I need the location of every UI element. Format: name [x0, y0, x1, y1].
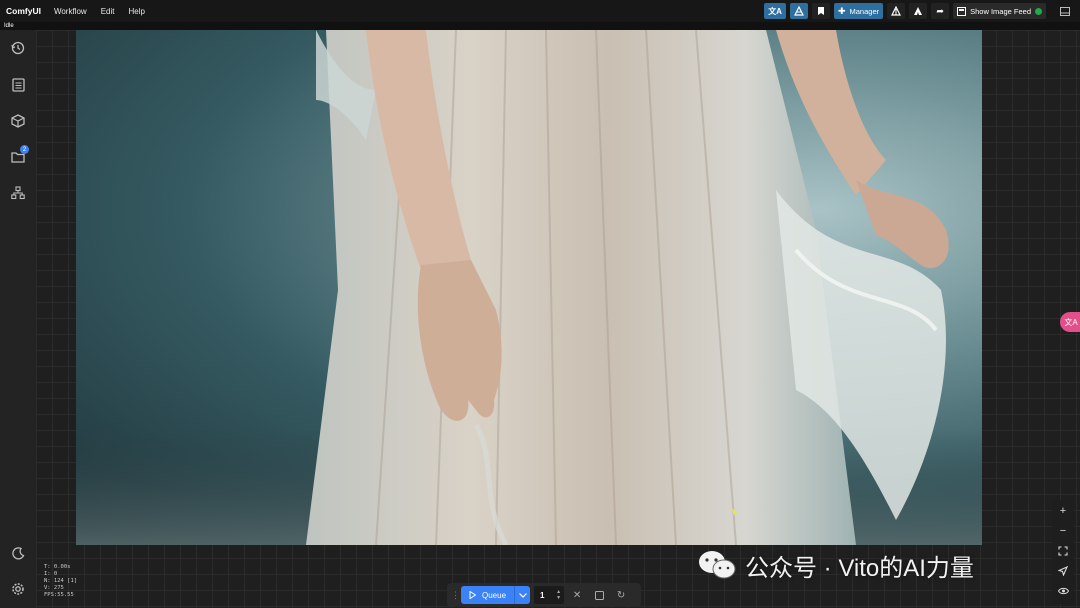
translate-float-icon: 文A [1064, 317, 1078, 327]
stat-line: T: 0.00s [44, 564, 71, 570]
render-stats: T: 0.00s I: 0 N: 124 [1] V: 275 FPS:55.5… [44, 564, 77, 599]
toolbar-right: 文A ✚ Manager ➦ Show Image Feed [764, 3, 1074, 19]
model-alt-icon [914, 7, 923, 15]
zoom-in-button[interactable]: + [1055, 503, 1071, 519]
play-icon [469, 591, 476, 599]
panel-toggle-icon [1060, 6, 1070, 16]
stat-line: I: 0 [44, 571, 58, 577]
drag-handle-icon[interactable]: ⋮ [451, 590, 460, 601]
mask-editor-button[interactable] [789, 3, 808, 19]
mask-icon [793, 6, 804, 16]
side-toolbar: 2 [0, 30, 36, 608]
translate-button[interactable]: 文A [764, 3, 786, 19]
bookmark-icon [817, 7, 824, 15]
image-feed-icon [957, 6, 967, 16]
image-feed-button[interactable]: Show Image Feed [953, 3, 1046, 19]
manager-button[interactable]: ✚ Manager [833, 3, 884, 19]
model-alt-button[interactable] [909, 3, 928, 19]
stop-button[interactable] [590, 586, 608, 604]
puzzle-icon: ✚ [837, 5, 846, 16]
batch-count-value: 1 [540, 590, 545, 600]
feed-status-icon [1035, 7, 1042, 15]
zoom-out-button[interactable]: − [1055, 523, 1071, 539]
model-library-icon[interactable] [10, 113, 26, 129]
image-feed-label: Show Image Feed [970, 6, 1031, 16]
panel-toggle-button[interactable] [1056, 3, 1074, 19]
translate-icon: 文A [768, 6, 782, 16]
status-bar: Idle [0, 22, 1080, 30]
queue-label: Queue [482, 590, 507, 600]
bookmark-button[interactable] [811, 3, 830, 19]
manager-label: Manager [849, 6, 880, 16]
watermark: 公众号 · Vito的AI力量 [697, 548, 974, 582]
cancel-button[interactable]: ✕ [568, 586, 586, 604]
app-logo[interactable]: ComfyUI [0, 6, 47, 16]
status-text: Idle [4, 23, 14, 29]
workflows-icon[interactable]: 2 [10, 145, 29, 165]
share-button[interactable]: ➦ [931, 3, 950, 19]
queue-toolbar: ⋮ Queue 1 ▲ ▼ ✕ ↻ [447, 583, 641, 607]
settings-icon[interactable] [10, 581, 26, 597]
chevron-down-icon [518, 592, 527, 598]
refresh-button[interactable]: ↻ [612, 586, 630, 604]
menu-bar: ComfyUI Workflow Edit Help 文A ✚ Manager … [0, 0, 1080, 22]
workflows-badge: 2 [20, 145, 29, 154]
history-icon[interactable] [10, 40, 26, 56]
share-icon: ➦ [936, 5, 944, 16]
theme-toggle-icon[interactable] [10, 545, 26, 561]
locate-button[interactable] [1055, 563, 1071, 579]
queue-icon[interactable] [10, 77, 26, 93]
menu-edit[interactable]: Edit [94, 7, 122, 16]
menu-workflow[interactable]: Workflow [47, 7, 94, 16]
refresh-icon: ↻ [616, 589, 626, 601]
translate-float-button[interactable]: 文A [1060, 312, 1080, 332]
node-library-icon[interactable] [10, 185, 26, 201]
batch-count-input[interactable]: 1 ▲ ▼ [534, 586, 565, 604]
locate-icon [1058, 566, 1068, 576]
stat-line: FPS:55.55 [44, 592, 74, 598]
stepper-down-icon[interactable]: ▼ [556, 595, 561, 601]
stat-line: V: 275 [44, 585, 64, 591]
canvas-controls: + − [1052, 500, 1074, 604]
batch-stepper[interactable]: ▲ ▼ [556, 589, 561, 601]
toggle-visibility-button[interactable] [1055, 583, 1071, 599]
queue-run[interactable]: Queue [461, 591, 514, 600]
preview-image [76, 30, 982, 545]
fit-view-button[interactable] [1055, 543, 1071, 559]
queue-button[interactable]: Queue [461, 586, 531, 604]
stop-icon [594, 590, 604, 600]
model-icon [891, 6, 902, 16]
stat-line: N: 124 [1] [44, 578, 78, 584]
close-icon: ✕ [572, 589, 582, 601]
fit-view-icon [1058, 546, 1068, 556]
minus-icon: − [1059, 525, 1067, 537]
plus-icon: + [1059, 505, 1067, 517]
eye-icon [1057, 587, 1069, 595]
wechat-icon [697, 549, 737, 581]
queue-mode-dropdown[interactable] [514, 586, 530, 604]
menu-help[interactable]: Help [122, 7, 152, 16]
watermark-text: 公众号 · Vito的AI力量 [745, 554, 974, 582]
model-button[interactable] [887, 3, 906, 19]
